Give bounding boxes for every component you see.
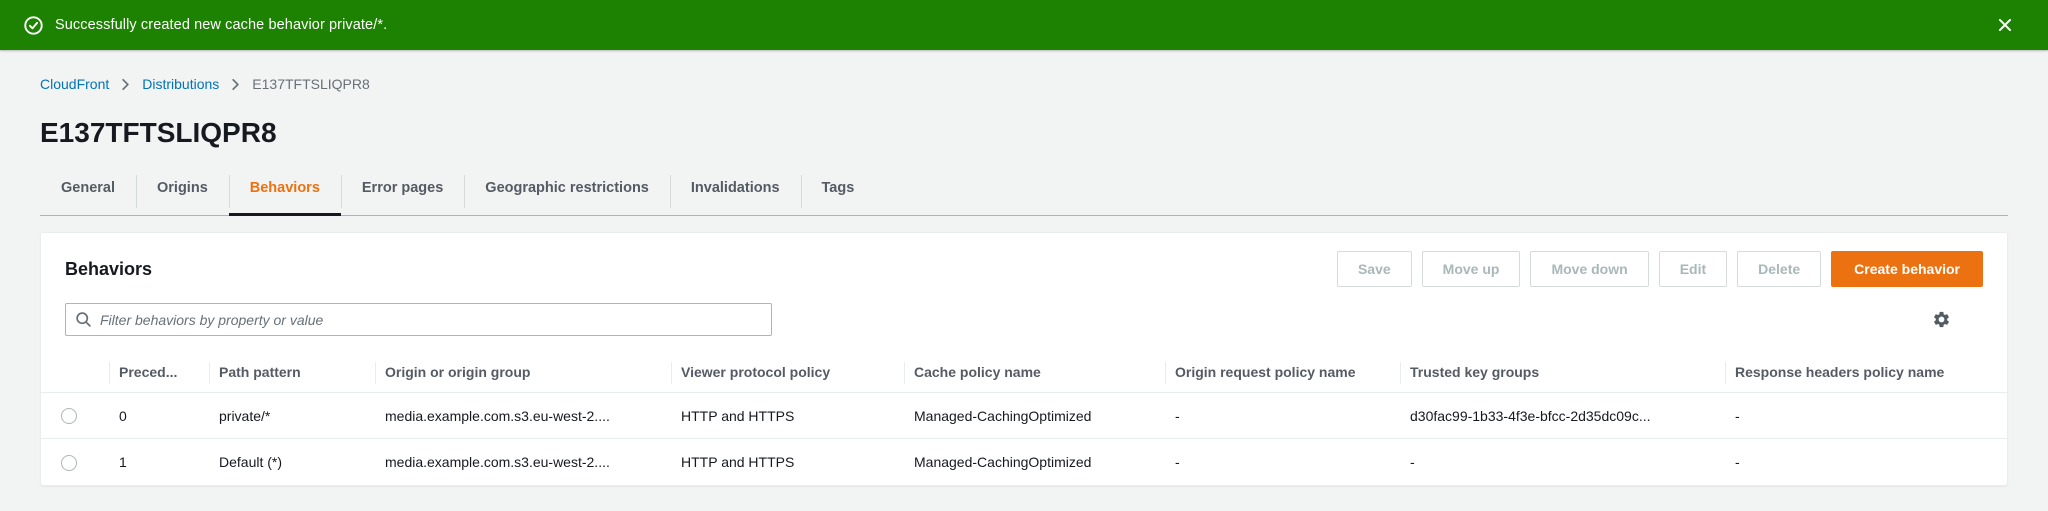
breadcrumb-cloudfront[interactable]: CloudFront xyxy=(40,76,109,92)
column-header-precedence[interactable]: Preced... xyxy=(109,352,209,393)
gear-icon[interactable] xyxy=(1930,308,1953,331)
chevron-right-icon xyxy=(118,77,133,92)
tab-bar: General Origins Behaviors Error pages Ge… xyxy=(40,166,2008,216)
table-row: 0 private/* media.example.com.s3.eu-west… xyxy=(41,393,2007,439)
check-circle-icon xyxy=(24,15,43,35)
tab-behaviors[interactable]: Behaviors xyxy=(228,166,342,216)
tab-tags[interactable]: Tags xyxy=(800,166,876,215)
row-radio-button[interactable] xyxy=(61,454,77,471)
cell-origin: media.example.com.s3.eu-west-2.... xyxy=(385,407,610,424)
tab-geographic-restrictions[interactable]: Geographic restrictions xyxy=(464,166,670,215)
cell-response-headers-policy: - xyxy=(1725,438,2007,485)
chevron-right-icon xyxy=(228,77,243,92)
tab-invalidations[interactable]: Invalidations xyxy=(669,166,801,215)
column-header-origin-request-policy[interactable]: Origin request policy name xyxy=(1165,352,1400,393)
filter-row xyxy=(41,291,2007,352)
behaviors-panel: Behaviors Save Move up Move down Edit De… xyxy=(40,232,2008,486)
cell-origin-request-policy: - xyxy=(1175,407,1180,424)
main-content: CloudFront Distributions E137TFTSLIQPR8 … xyxy=(0,50,2048,486)
column-header-trusted-key-groups[interactable]: Trusted key groups xyxy=(1400,352,1725,393)
cell-precedence: 1 xyxy=(109,438,209,485)
flash-message: Successfully created new cache behavior … xyxy=(55,17,388,33)
column-header-path-pattern[interactable]: Path pattern xyxy=(209,352,375,393)
behaviors-table: Preced... Path pattern Origin or origin … xyxy=(41,352,2007,485)
filter-search-box xyxy=(65,303,772,336)
tab-general[interactable]: General xyxy=(40,166,136,215)
breadcrumb-current: E137TFTSLIQPR8 xyxy=(252,76,370,92)
cell-cache-policy: Managed-CachingOptimized xyxy=(904,438,1165,485)
create-behavior-button[interactable]: Create behavior xyxy=(1831,251,1983,287)
cell-response-headers-policy: - xyxy=(1735,407,1740,424)
column-header-viewer-protocol[interactable]: Viewer protocol policy xyxy=(671,352,904,393)
tab-error-pages[interactable]: Error pages xyxy=(340,166,464,215)
column-header-cache-policy[interactable]: Cache policy name xyxy=(904,352,1165,393)
close-icon[interactable] xyxy=(1992,12,2018,38)
column-header-select xyxy=(41,352,109,393)
move-down-button[interactable]: Move down xyxy=(1530,251,1649,287)
cell-path-pattern: Default (*) xyxy=(209,438,375,485)
cell-precedence: 0 xyxy=(119,407,127,424)
panel-actions: Save Move up Move down Edit Delete Creat… xyxy=(1336,251,1983,287)
breadcrumb: CloudFront Distributions E137TFTSLIQPR8 xyxy=(40,50,2008,92)
move-up-button[interactable]: Move up xyxy=(1421,251,1521,287)
cell-origin-request-policy: - xyxy=(1165,438,1400,485)
table-header-row: Preced... Path pattern Origin or origin … xyxy=(41,352,2007,393)
edit-button[interactable]: Edit xyxy=(1658,251,1728,287)
cell-viewer-protocol: HTTP and HTTPS xyxy=(671,438,904,485)
cell-trusted-key-groups: d30fac99-1b33-4f3e-bfcc-2d35dc09c... xyxy=(1410,407,1651,424)
table-row: 1 Default (*) media.example.com.s3.eu-we… xyxy=(41,438,2007,485)
cell-origin: media.example.com.s3.eu-west-2.... xyxy=(375,438,671,485)
column-header-response-headers-policy[interactable]: Response headers policy name xyxy=(1725,352,2007,393)
panel-title: Behaviors xyxy=(65,258,153,279)
tab-origins[interactable]: Origins xyxy=(136,166,229,215)
row-radio-button[interactable] xyxy=(61,408,77,425)
page-title: E137TFTSLIQPR8 xyxy=(40,117,277,148)
filter-input[interactable] xyxy=(65,303,772,336)
delete-button[interactable]: Delete xyxy=(1737,251,1822,287)
breadcrumb-distributions[interactable]: Distributions xyxy=(142,76,219,92)
cell-cache-policy: Managed-CachingOptimized xyxy=(914,407,1092,424)
cell-viewer-protocol: HTTP and HTTPS xyxy=(681,407,795,424)
save-button[interactable]: Save xyxy=(1336,251,1412,287)
panel-header: Behaviors Save Move up Move down Edit De… xyxy=(41,233,2007,291)
column-header-origin[interactable]: Origin or origin group xyxy=(375,352,671,393)
success-flashbar: Successfully created new cache behavior … xyxy=(0,0,2048,50)
cell-trusted-key-groups: - xyxy=(1400,438,1725,485)
cell-path-pattern: private/* xyxy=(219,407,271,424)
